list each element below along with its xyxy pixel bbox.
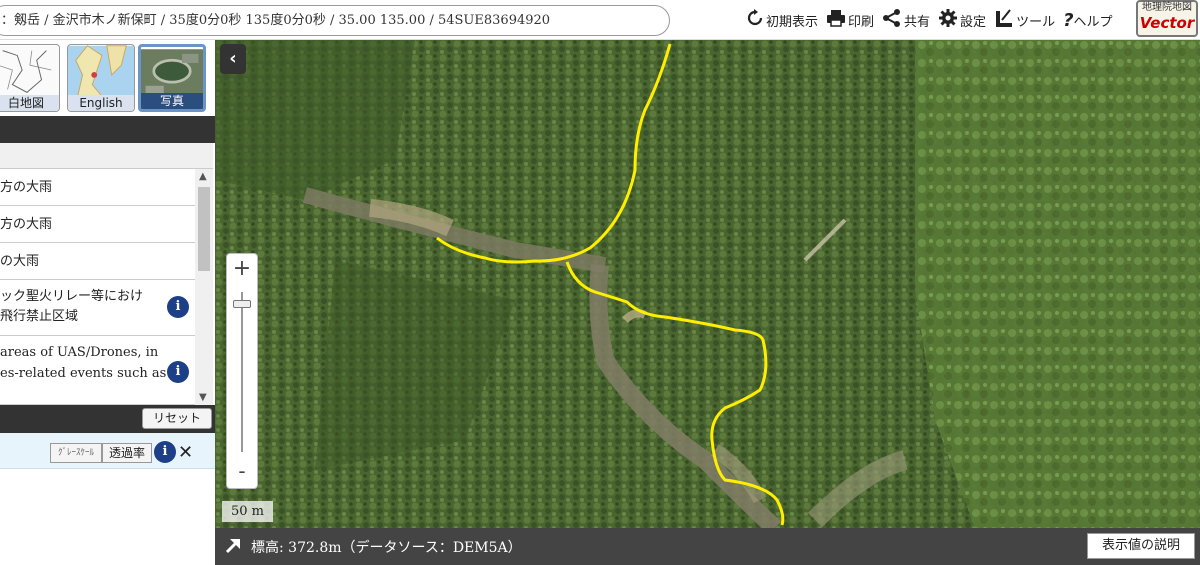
- layer-label: の大雨: [0, 254, 40, 269]
- info-icon[interactable]: i: [154, 441, 176, 463]
- status-bar: 標高: 372.8m（データソース：DEM5A） 表示値の説明: [215, 528, 1200, 565]
- gear-icon: [938, 8, 960, 32]
- help-label: ヘルプ: [1073, 14, 1113, 30]
- share-button[interactable]: 共有: [882, 9, 930, 31]
- photo-map-thumbnail: [141, 49, 203, 97]
- layer-list-header: [0, 143, 213, 169]
- toolbar: 初期表示 印刷 共有 設定 ツール ? ヘルプ: [746, 6, 1121, 34]
- header-bar: ：剱岳 / 金沢市木ノ新保町 / 35度0分0秒 135度0分0秒 / 35.0…: [0, 0, 1200, 40]
- reset-view-button[interactable]: 初期表示: [746, 9, 818, 31]
- layer-label: areas of UAS/Drones, in: [0, 345, 159, 360]
- layer-list-scrollbar[interactable]: ▲ ▼: [195, 169, 213, 405]
- map-canvas[interactable]: ‹ + - 50 m: [215, 40, 1200, 528]
- english-map-thumbnail: [68, 45, 134, 97]
- settings-label: 設定: [960, 14, 987, 30]
- basemap-photo-label: 写真: [141, 93, 203, 109]
- list-item[interactable]: ック聖火リレー等におけ 飛行禁止区域 i: [0, 280, 195, 336]
- layer-panel-header: [0, 116, 215, 143]
- left-panel: 白地図 English 写真 方の大雨 方の大雨 の大雨 ック聖火リレー等におけ…: [0, 40, 215, 565]
- layer-label: 方の大雨: [0, 217, 53, 232]
- tools-button[interactable]: ツール: [994, 8, 1055, 32]
- layer-list: 方の大雨 方の大雨 の大雨 ック聖火リレー等におけ 飛行禁止区域 i areas…: [0, 169, 213, 405]
- elevation-readout: 標高: 372.8m（データソース：DEM5A）: [251, 540, 522, 556]
- tool-icon: [994, 8, 1016, 32]
- location-search-box[interactable]: ：剱岳 / 金沢市木ノ新保町 / 35度0分0秒 135度0分0秒 / 35.0…: [0, 5, 670, 36]
- help-button[interactable]: ? ヘルプ: [1063, 10, 1112, 31]
- info-icon[interactable]: i: [167, 296, 189, 318]
- list-item[interactable]: areas of UAS/Drones, in es-related event…: [0, 336, 195, 404]
- layer-label: 方の大雨: [0, 180, 53, 195]
- grayscale-button[interactable]: ｸﾞﾚｰｽｹｰﾙ: [50, 443, 102, 463]
- list-item[interactable]: の大雨: [0, 243, 195, 280]
- transparency-button[interactable]: 透過率: [102, 443, 152, 463]
- scroll-up-icon[interactable]: ▲: [199, 171, 207, 182]
- expand-arrow-icon[interactable]: [225, 536, 243, 558]
- collapse-panel-button[interactable]: ‹: [220, 44, 246, 74]
- reset-button[interactable]: リセット: [142, 408, 212, 429]
- zoom-slider-track[interactable]: [241, 292, 243, 452]
- gsi-vector-logo[interactable]: 地理院地図 Vector: [1136, 0, 1198, 37]
- tools-label: ツール: [1016, 14, 1056, 30]
- info-icon[interactable]: i: [167, 361, 189, 383]
- share-label: 共有: [904, 14, 931, 30]
- aerial-photo: [215, 40, 1200, 528]
- scrollbar-thumb[interactable]: [198, 187, 210, 271]
- settings-button[interactable]: 設定: [938, 8, 986, 32]
- zoom-out-button[interactable]: -: [227, 458, 257, 484]
- zoom-in-button[interactable]: +: [227, 256, 257, 282]
- print-button[interactable]: 印刷: [826, 9, 874, 31]
- zoom-control: + -: [226, 253, 258, 489]
- print-label: 印刷: [848, 14, 875, 30]
- layer-label-line2: es-related events such as: [0, 366, 167, 381]
- list-item[interactable]: 方の大雨: [0, 206, 195, 243]
- layer-label-line2: 飛行禁止区域: [0, 309, 79, 324]
- layer-label: ック聖火リレー等におけ: [0, 289, 144, 304]
- zoom-slider-handle[interactable]: [233, 300, 251, 308]
- share-icon: [882, 9, 904, 31]
- help-icon: ?: [1063, 9, 1074, 31]
- logo-title: 地理院地図: [1142, 2, 1192, 13]
- basemap-blank-label: 白地図: [0, 95, 59, 111]
- reset-row: リセット: [0, 405, 215, 433]
- basemap-selector: 白地図 English 写真: [0, 40, 215, 116]
- reset-view-label: 初期表示: [766, 14, 819, 30]
- basemap-blank-button[interactable]: 白地図: [0, 44, 60, 112]
- scroll-down-icon[interactable]: ▼: [199, 392, 207, 403]
- selected-layer-row: ｸﾞﾚｰｽｹｰﾙ 透過率 i ✕: [0, 433, 215, 469]
- basemap-photo-button[interactable]: 写真: [138, 44, 206, 112]
- close-icon[interactable]: ✕: [178, 442, 193, 463]
- list-item[interactable]: 方の大雨: [0, 169, 195, 206]
- scale-bar: 50 m: [222, 501, 273, 522]
- basemap-english-label: English: [68, 95, 134, 111]
- basemap-english-button[interactable]: English: [67, 44, 135, 112]
- printer-icon: [826, 9, 848, 31]
- blank-map-thumbnail: [0, 45, 59, 97]
- explain-values-button[interactable]: 表示値の説明: [1087, 533, 1195, 559]
- logo-subtitle: Vector: [1139, 14, 1195, 32]
- reload-icon: [746, 9, 766, 31]
